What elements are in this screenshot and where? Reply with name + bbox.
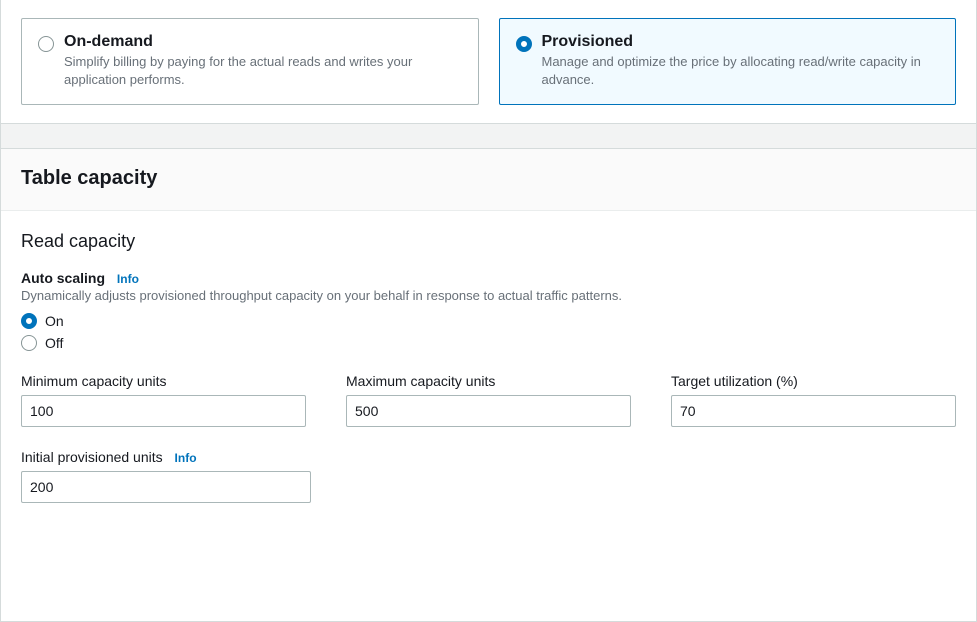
minimum-units-label: Minimum capacity units [21, 373, 306, 389]
initial-units-label-text: Initial provisioned units [21, 449, 163, 465]
auto-scaling-off-label: Off [45, 335, 63, 351]
panel-header: Table capacity [1, 149, 976, 211]
mode-provisioned-description: Manage and optimize the price by allocat… [542, 53, 940, 88]
initial-units-input[interactable] [21, 471, 311, 503]
mode-on-demand-description: Simplify billing by paying for the actua… [64, 53, 462, 88]
initial-units-label: Initial provisioned units Info [21, 449, 311, 465]
mode-provisioned-card[interactable]: Provisioned Manage and optimize the pric… [499, 18, 957, 105]
radio-icon [21, 313, 37, 329]
auto-scaling-on-option[interactable]: On [21, 313, 956, 329]
minimum-units-input[interactable] [21, 395, 306, 427]
radio-icon [38, 36, 54, 52]
target-utilization-input[interactable] [671, 395, 956, 427]
mode-on-demand-card[interactable]: On-demand Simplify billing by paying for… [21, 18, 479, 105]
read-capacity-heading: Read capacity [21, 231, 956, 252]
maximum-units-input[interactable] [346, 395, 631, 427]
divider-band [1, 124, 976, 149]
maximum-units-label: Maximum capacity units [346, 373, 631, 389]
auto-scaling-off-option[interactable]: Off [21, 335, 956, 351]
auto-scaling-label: Auto scaling [21, 270, 105, 286]
mode-provisioned-title: Provisioned [542, 33, 940, 51]
auto-scaling-on-label: On [45, 313, 64, 329]
radio-icon [516, 36, 532, 52]
capacity-mode-selector: On-demand Simplify billing by paying for… [1, 0, 976, 124]
auto-scaling-help-text: Dynamically adjusts provisioned throughp… [21, 288, 956, 303]
auto-scaling-info-link[interactable]: Info [117, 272, 139, 286]
panel-title: Table capacity [21, 167, 956, 190]
initial-units-info-link[interactable]: Info [175, 451, 197, 465]
radio-icon [21, 335, 37, 351]
target-utilization-label: Target utilization (%) [671, 373, 956, 389]
mode-on-demand-title: On-demand [64, 33, 462, 51]
